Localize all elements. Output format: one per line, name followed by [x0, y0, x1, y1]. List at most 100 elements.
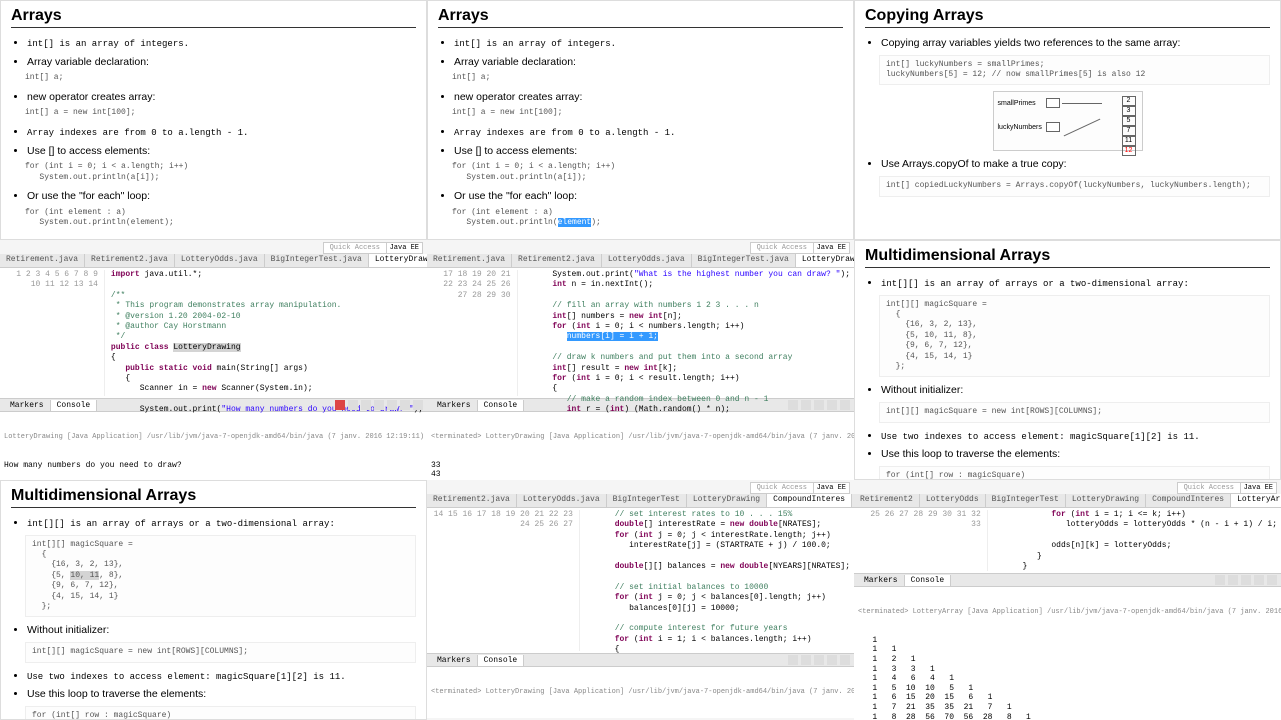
slide-title: Arrays [11, 7, 416, 28]
tab[interactable]: Retirement2.java [427, 494, 517, 507]
pin-icon[interactable] [840, 655, 850, 665]
tab-markers[interactable]: Markers [4, 400, 51, 411]
tab[interactable]: LotteryOdds.java [175, 254, 265, 267]
line-gutter: 14 15 16 17 18 19 20 21 22 23 24 25 26 2… [431, 510, 580, 651]
slide-title: Arrays [438, 7, 843, 28]
tab-perspective[interactable]: Java EE [813, 242, 850, 254]
tab[interactable]: Retirement.java [427, 254, 512, 267]
code: for (int i = 0; i < a.length; i++) Syste… [25, 162, 416, 183]
pin-icon[interactable] [400, 400, 410, 410]
code-content[interactable]: // set interest rates to 10 . . . 15% do… [580, 510, 850, 651]
tab[interactable]: Retirement2 [854, 494, 920, 507]
tab-perspective[interactable]: Java EE [813, 482, 850, 494]
perspective-switcher[interactable]: Java EE [813, 242, 850, 254]
code-content[interactable]: import java.util.*; /** * This program d… [105, 270, 423, 396]
li: Use [] to access elements: [454, 144, 843, 159]
terminate-icon[interactable] [1215, 575, 1225, 585]
tab[interactable]: Retirement2.java [512, 254, 602, 267]
lock-icon[interactable] [827, 400, 837, 410]
tab[interactable]: LotteryOdds.java [517, 494, 607, 507]
editor-tabs: Retirement2 LotteryOdds BigIntegerTest L… [854, 494, 1281, 508]
code: for (int element : a) System.out.println… [452, 208, 843, 229]
clear-icon[interactable] [374, 400, 384, 410]
slide-title: Copying Arrays [865, 7, 1270, 28]
terminate-icon[interactable] [335, 400, 345, 410]
line-gutter: 25 26 27 28 29 30 31 32 33 [858, 510, 988, 571]
code-editor[interactable]: 14 15 16 17 18 19 20 21 22 23 24 25 26 2… [427, 508, 854, 653]
li: Or use the "for each" loop: [27, 189, 416, 204]
tab[interactable]: LotteryDrawing.java [369, 254, 427, 267]
tab-console[interactable]: Console [51, 400, 98, 411]
remove-icon[interactable] [1228, 575, 1238, 585]
tab[interactable]: Retirement2.java [85, 254, 175, 267]
li: Use [] to access elements: [27, 144, 416, 159]
code: int[][] magicSquare = { {16, 3, 2, 13}, … [879, 295, 1270, 378]
remove-icon[interactable] [801, 400, 811, 410]
li: Use Arrays.copyOf to make a true copy: [881, 157, 1270, 172]
perspective-switcher[interactable]: Java EE [1240, 482, 1277, 494]
tab[interactable]: LotteryOdds.java [602, 254, 692, 267]
remove-icon[interactable] [348, 400, 358, 410]
code: int[] a; [25, 73, 416, 83]
editor-tabs: Retirement.java Retirement2.java Lottery… [0, 254, 427, 268]
li: new operator creates array: [454, 90, 843, 105]
code: int[] a = new int[100]; [25, 108, 416, 118]
pin-icon[interactable] [1267, 575, 1277, 585]
li: Use this loop to traverse the elements: [881, 447, 1270, 462]
tab-markers[interactable]: Markers [858, 575, 905, 586]
pin-icon[interactable] [840, 400, 850, 410]
tab[interactable]: LotteryDrawing.java [796, 254, 854, 267]
remove-all-icon[interactable] [361, 400, 371, 410]
code: int[][] magicSquare = { {16, 3, 2, 13}, … [25, 535, 416, 618]
code: int[][] magicSquare = new int[ROWS][COLU… [879, 402, 1270, 422]
clear-icon[interactable] [814, 655, 824, 665]
lock-icon[interactable] [387, 400, 397, 410]
tab-perspective[interactable]: Java EE [1240, 482, 1277, 494]
tab-perspective[interactable]: Java EE [386, 242, 423, 254]
tab-console[interactable]: Console [478, 400, 525, 411]
tab[interactable]: BigIntegerTest [986, 494, 1066, 507]
console-output: <terminated> LotteryDrawing [Java Applic… [427, 667, 854, 718]
slide-arrays: Arrays int[] is an array of integers. Ar… [0, 0, 427, 240]
slide-copying: Copying Arrays Copying array variables y… [854, 0, 1281, 240]
tab-console[interactable]: Console [478, 655, 525, 666]
tab-console[interactable]: Console [905, 575, 952, 586]
tab[interactable]: BigIntegerTest [607, 494, 687, 507]
code-content[interactable]: System.out.print("What is the highest nu… [518, 270, 850, 396]
editor-tabs: Retirement2.java LotteryOdds.java BigInt… [427, 494, 854, 508]
code-editor[interactable]: 1 2 3 4 5 6 7 8 9 10 11 12 13 14 import … [0, 268, 427, 398]
tab[interactable]: LotteryOdds [920, 494, 986, 507]
tab-markers[interactable]: Markers [431, 655, 478, 666]
tab[interactable]: BigIntegerTest.java [692, 254, 796, 267]
tab[interactable]: CompoundInteres [1146, 494, 1231, 507]
lock-icon[interactable] [827, 655, 837, 665]
code-editor[interactable]: 17 18 19 20 21 22 23 24 25 26 27 28 29 3… [427, 268, 854, 398]
tab[interactable]: BigIntegerTest.java [265, 254, 369, 267]
tab[interactable]: LotteryArray.ja [1231, 494, 1281, 507]
code: int[] a; [452, 73, 843, 83]
tab[interactable]: LotteryDrawing [687, 494, 767, 507]
quick-access-input[interactable]: Quick Access [323, 242, 387, 254]
clear-icon[interactable] [814, 400, 824, 410]
tab[interactable]: LotteryDrawing [1066, 494, 1146, 507]
lock-icon[interactable] [1254, 575, 1264, 585]
code: for (int[] row : magicSquare) for (int e… [879, 466, 1270, 480]
perspective-switcher[interactable]: Java EE [386, 242, 423, 254]
terminate-icon[interactable] [788, 655, 798, 665]
terminate-icon[interactable] [788, 400, 798, 410]
quick-access-input[interactable]: Quick Access [1177, 482, 1241, 494]
clear-icon[interactable] [1241, 575, 1251, 585]
display-icon[interactable] [413, 400, 423, 410]
tab[interactable]: Retirement.java [0, 254, 85, 267]
console-output: LotteryDrawing [Java Application] /usr/l… [0, 412, 427, 480]
quick-access-input[interactable]: Quick Access [750, 242, 814, 254]
reference-diagram: smallPrimes luckyNumbers 2 3 5 7 11 12 [993, 91, 1143, 151]
code-editor[interactable]: 25 26 27 28 29 30 31 32 33 for (int i = … [854, 508, 1281, 573]
perspective-switcher[interactable]: Java EE [813, 482, 850, 494]
quick-access-input[interactable]: Quick Access [750, 482, 814, 494]
tab-markers[interactable]: Markers [431, 400, 478, 411]
tab[interactable]: CompoundInteres [767, 494, 852, 507]
remove-icon[interactable] [801, 655, 811, 665]
code-content[interactable]: for (int i = 1; i <= k; i++) lotteryOdds… [988, 510, 1277, 571]
li: new operator creates array: [27, 90, 416, 105]
